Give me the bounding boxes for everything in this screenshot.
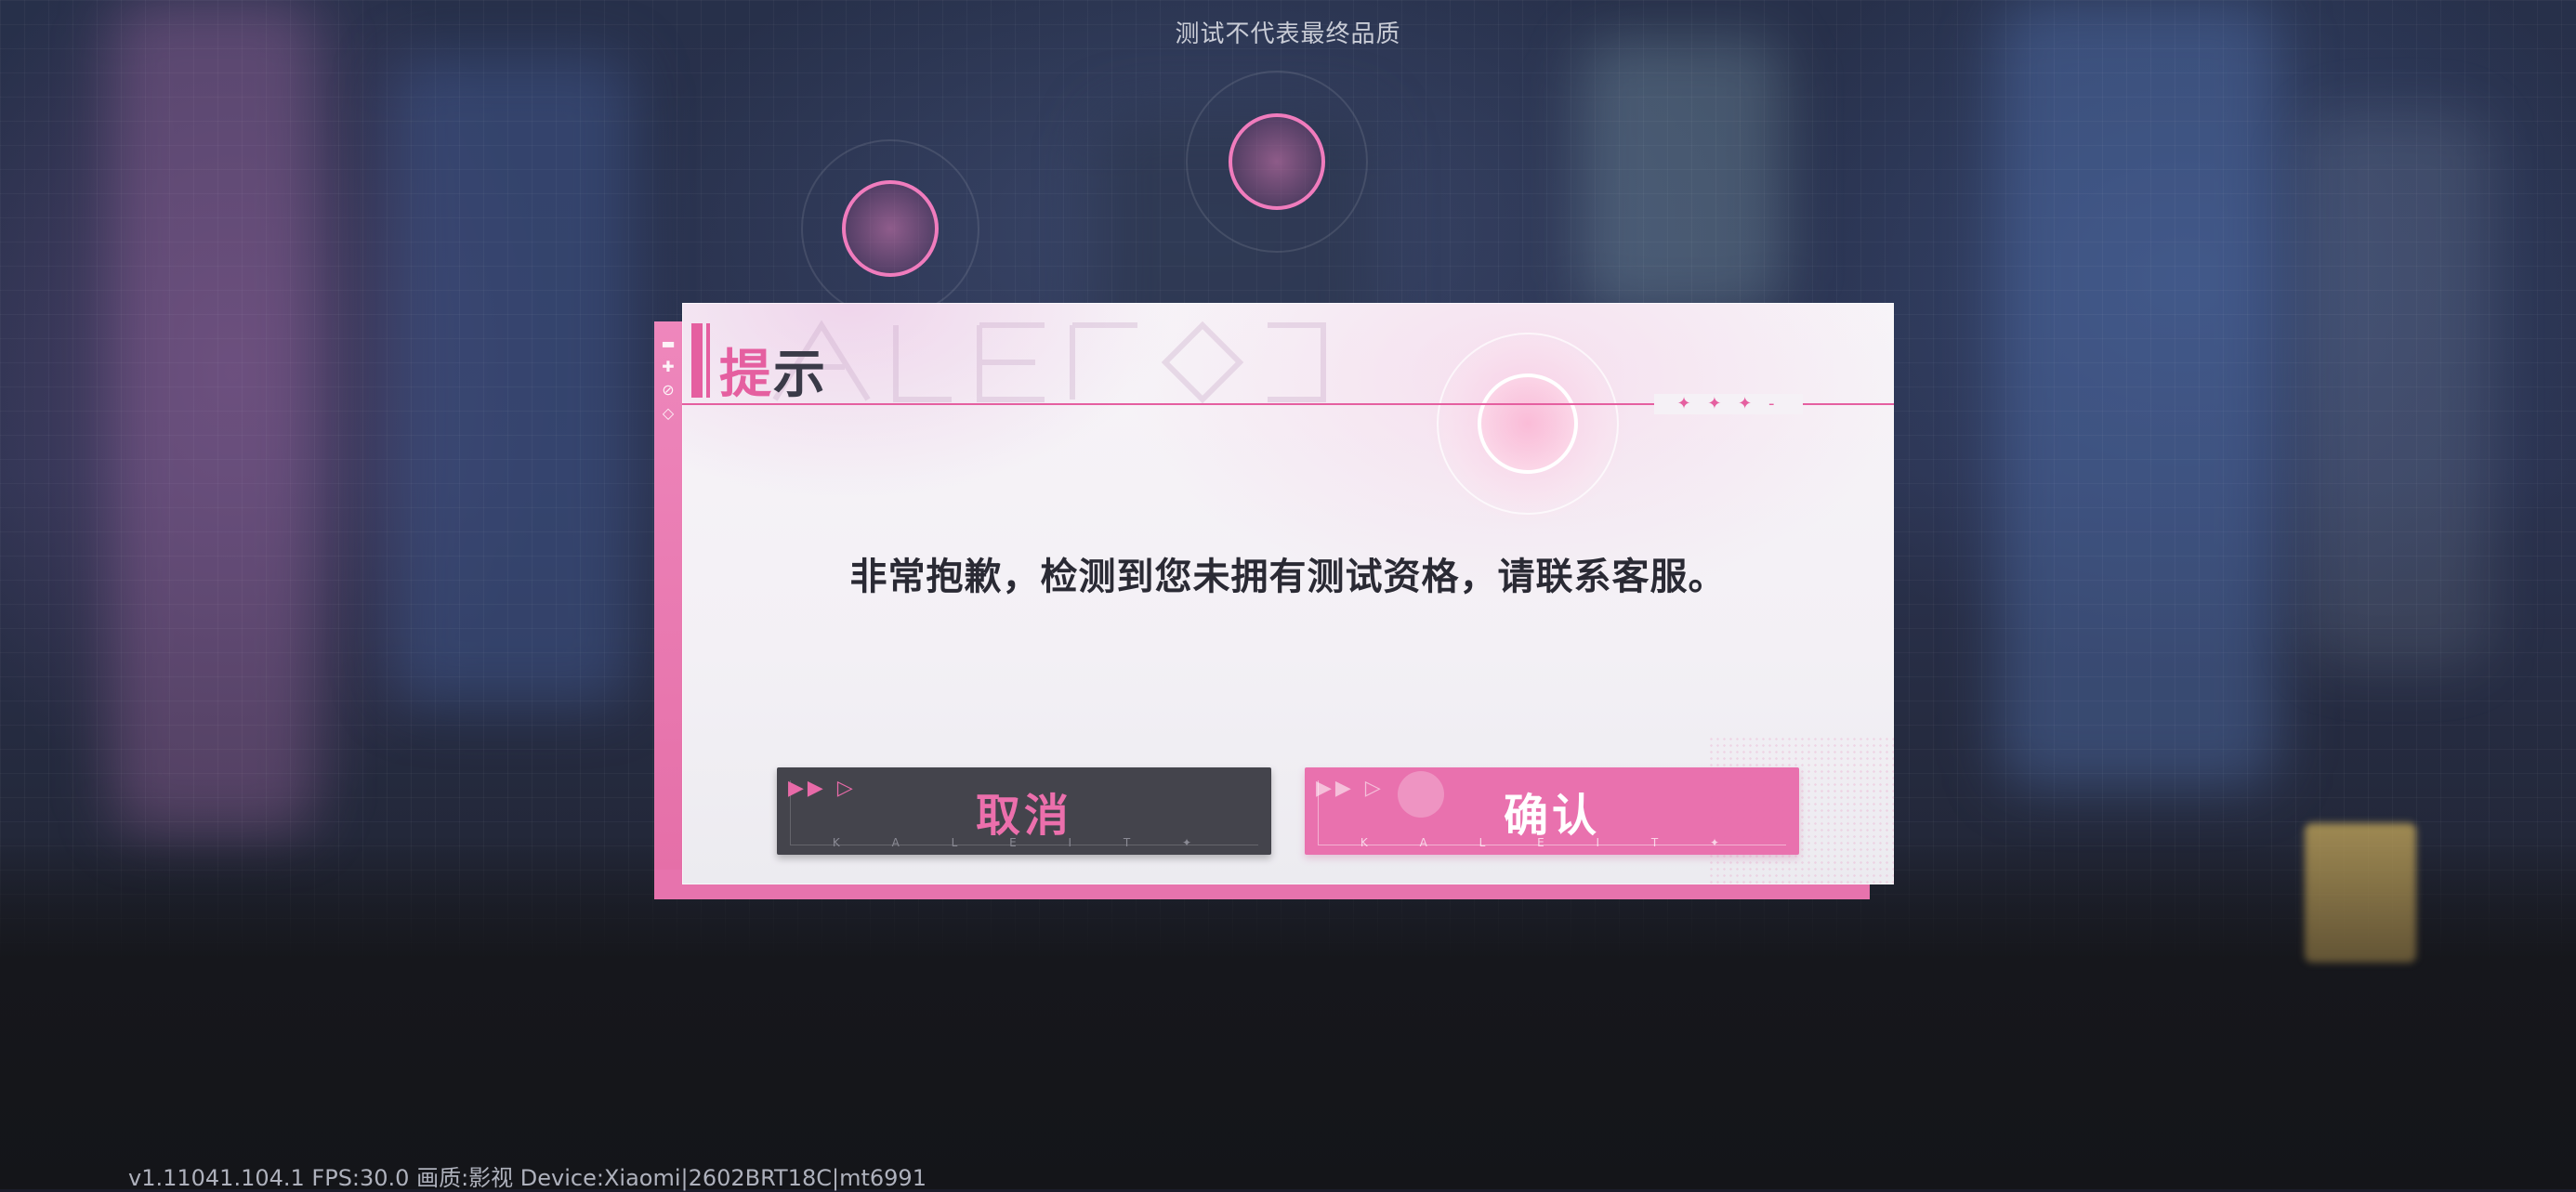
cancel-button[interactable]: ▶▶ ▷ 取消 K A L E I T ✦ <box>777 767 1271 855</box>
selection-ring-icon <box>1186 71 1368 253</box>
title-rest-char: 示 <box>773 345 827 405</box>
title-accent-bar <box>691 323 703 398</box>
confirm-button-label: 确认 <box>1503 790 1600 842</box>
confirm-button[interactable]: ▶▶ ▷ 确认 K A L E I T ✦ <box>1305 767 1799 855</box>
background-card <box>2305 823 2416 963</box>
title-divider-marks: ✦ ✦ ✦ - <box>1654 394 1803 414</box>
notice-dialog: 提示 ✦ ✦ ✦ - 非常抱歉，检测到您未拥有测试资格，请联系客服。 ▶▶ ▷ … <box>682 303 1894 884</box>
triangle-play-icon: ▶▶ ▷ <box>1316 777 1385 800</box>
button-sub-text: K A L E I T ✦ <box>1360 836 1744 849</box>
selection-ring-icon <box>801 139 979 318</box>
dialog-message: 非常抱歉，检测到您未拥有测试资格，请联系客服。 <box>849 556 1727 598</box>
test-quality-notice: 测试不代表最终品质 <box>1175 20 1401 48</box>
button-sub-text: K A L E I T ✦ <box>832 836 1216 849</box>
build-info: v1.11041.104.1 FPS:30.0 画质:影视 Device:Xia… <box>128 1165 927 1191</box>
title-accent-bar <box>706 323 710 398</box>
title-watermark <box>772 320 1326 404</box>
cancel-button-label: 取消 <box>975 790 1072 842</box>
dialog-title: 提示 <box>719 333 827 408</box>
dialog-spine-icon: ▬ ✚ ⊘ ◇ <box>661 334 676 422</box>
triangle-play-icon: ▶▶ ▷ <box>788 777 857 800</box>
title-accent-char: 提 <box>719 345 773 405</box>
selection-ring-icon <box>1426 321 1630 526</box>
